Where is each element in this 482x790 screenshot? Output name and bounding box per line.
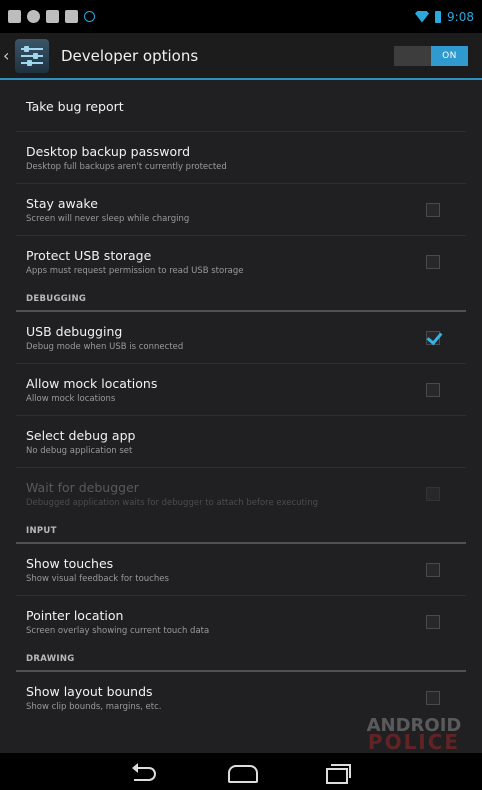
battery-icon xyxy=(435,10,442,23)
stay-awake-checkbox[interactable] xyxy=(426,202,440,217)
item-summary: Apps must request permission to read USB… xyxy=(26,266,244,276)
usb-debugging-item[interactable]: USB debugging Debug mode when USB is con… xyxy=(16,312,466,364)
select-debug-app-item[interactable]: Select debug app No debug application se… xyxy=(16,416,466,468)
item-summary: Desktop full backups aren't currently pr… xyxy=(26,161,227,172)
back-icon[interactable] xyxy=(130,762,160,782)
show-touches-checkbox[interactable] xyxy=(426,562,440,577)
toggle-on-label: ON xyxy=(431,45,468,66)
page-title: Developer options xyxy=(61,46,199,65)
wifi-icon xyxy=(415,10,430,23)
item-title: Show layout bounds xyxy=(26,684,153,699)
settings-list: Take bug report Desktop backup password … xyxy=(16,82,466,724)
item-summary: Debugged application waits for debugger … xyxy=(26,498,319,508)
item-title: Desktop backup password xyxy=(26,143,191,159)
clock: 9:08 xyxy=(447,9,474,24)
item-summary: Show visual feedback for touches xyxy=(26,573,169,584)
item-title: Protect USB storage xyxy=(26,248,152,263)
usb-debugging-checkbox[interactable] xyxy=(426,330,440,345)
gmail-icon xyxy=(65,10,78,23)
section-header-input: INPUT xyxy=(16,520,466,544)
play-music-icon xyxy=(84,11,95,22)
wait-for-debugger-checkbox xyxy=(426,487,440,501)
action-bar: ‹ Developer options ON xyxy=(0,33,482,80)
item-title: Allow mock locations xyxy=(26,375,158,391)
recent-apps-icon[interactable] xyxy=(322,762,352,784)
show-touches-item[interactable]: Show touches Show visual feedback for to… xyxy=(16,544,466,596)
item-title: Show touches xyxy=(26,555,114,571)
allow-mock-locations-checkbox[interactable] xyxy=(426,382,440,397)
pointer-location-item[interactable]: Pointer location Screen overlay showing … xyxy=(16,596,466,648)
image-icon xyxy=(46,10,59,23)
status-bar: 9:08 xyxy=(0,0,482,33)
show-layout-bounds-checkbox[interactable] xyxy=(426,691,440,705)
navigation-bar xyxy=(0,753,482,790)
gamepad-icon xyxy=(8,10,21,23)
watermark-line2: POLICE xyxy=(367,730,461,754)
item-title: Stay awake xyxy=(26,195,98,211)
take-bug-report-item[interactable]: Take bug report xyxy=(16,82,466,132)
item-summary: No debug application set xyxy=(26,445,133,456)
allow-mock-locations-item[interactable]: Allow mock locations Allow mock location… xyxy=(16,364,466,416)
item-summary: Show clip bounds, margins, etc. xyxy=(26,702,162,712)
developer-options-icon[interactable] xyxy=(15,38,49,73)
wait-for-debugger-item: Wait for debugger Debugged application w… xyxy=(16,468,466,520)
notification-icons[interactable] xyxy=(8,10,95,23)
item-summary: Screen will never sleep while charging xyxy=(26,213,190,224)
developer-options-toggle[interactable]: ON xyxy=(394,45,468,66)
pointer-location-checkbox[interactable] xyxy=(426,615,440,629)
item-summary: Allow mock locations xyxy=(26,393,116,404)
item-summary: Screen overlay showing current touch dat… xyxy=(26,626,210,636)
up-caret-icon[interactable]: ‹ xyxy=(3,46,11,65)
watermark: ANDROID POLICE xyxy=(354,717,474,753)
item-title: Pointer location xyxy=(26,608,124,623)
desktop-backup-password-item[interactable]: Desktop backup password Desktop full bac… xyxy=(16,132,466,184)
settings-icon xyxy=(27,10,40,23)
protect-usb-storage-item[interactable]: Protect USB storage Apps must request pe… xyxy=(16,236,466,288)
item-title: USB debugging xyxy=(26,323,123,339)
home-icon[interactable] xyxy=(226,762,258,783)
item-title: Wait for debugger xyxy=(26,480,139,495)
protect-usb-storage-checkbox[interactable] xyxy=(426,255,440,269)
section-header-drawing: DRAWING xyxy=(16,648,466,672)
item-summary: Debug mode when USB is connected xyxy=(26,341,184,352)
item-title: Take bug report xyxy=(26,99,124,114)
stay-awake-item[interactable]: Stay awake Screen will never sleep while… xyxy=(16,184,466,236)
item-title: Select debug app xyxy=(26,427,136,443)
section-header-debugging: DEBUGGING xyxy=(16,288,466,312)
